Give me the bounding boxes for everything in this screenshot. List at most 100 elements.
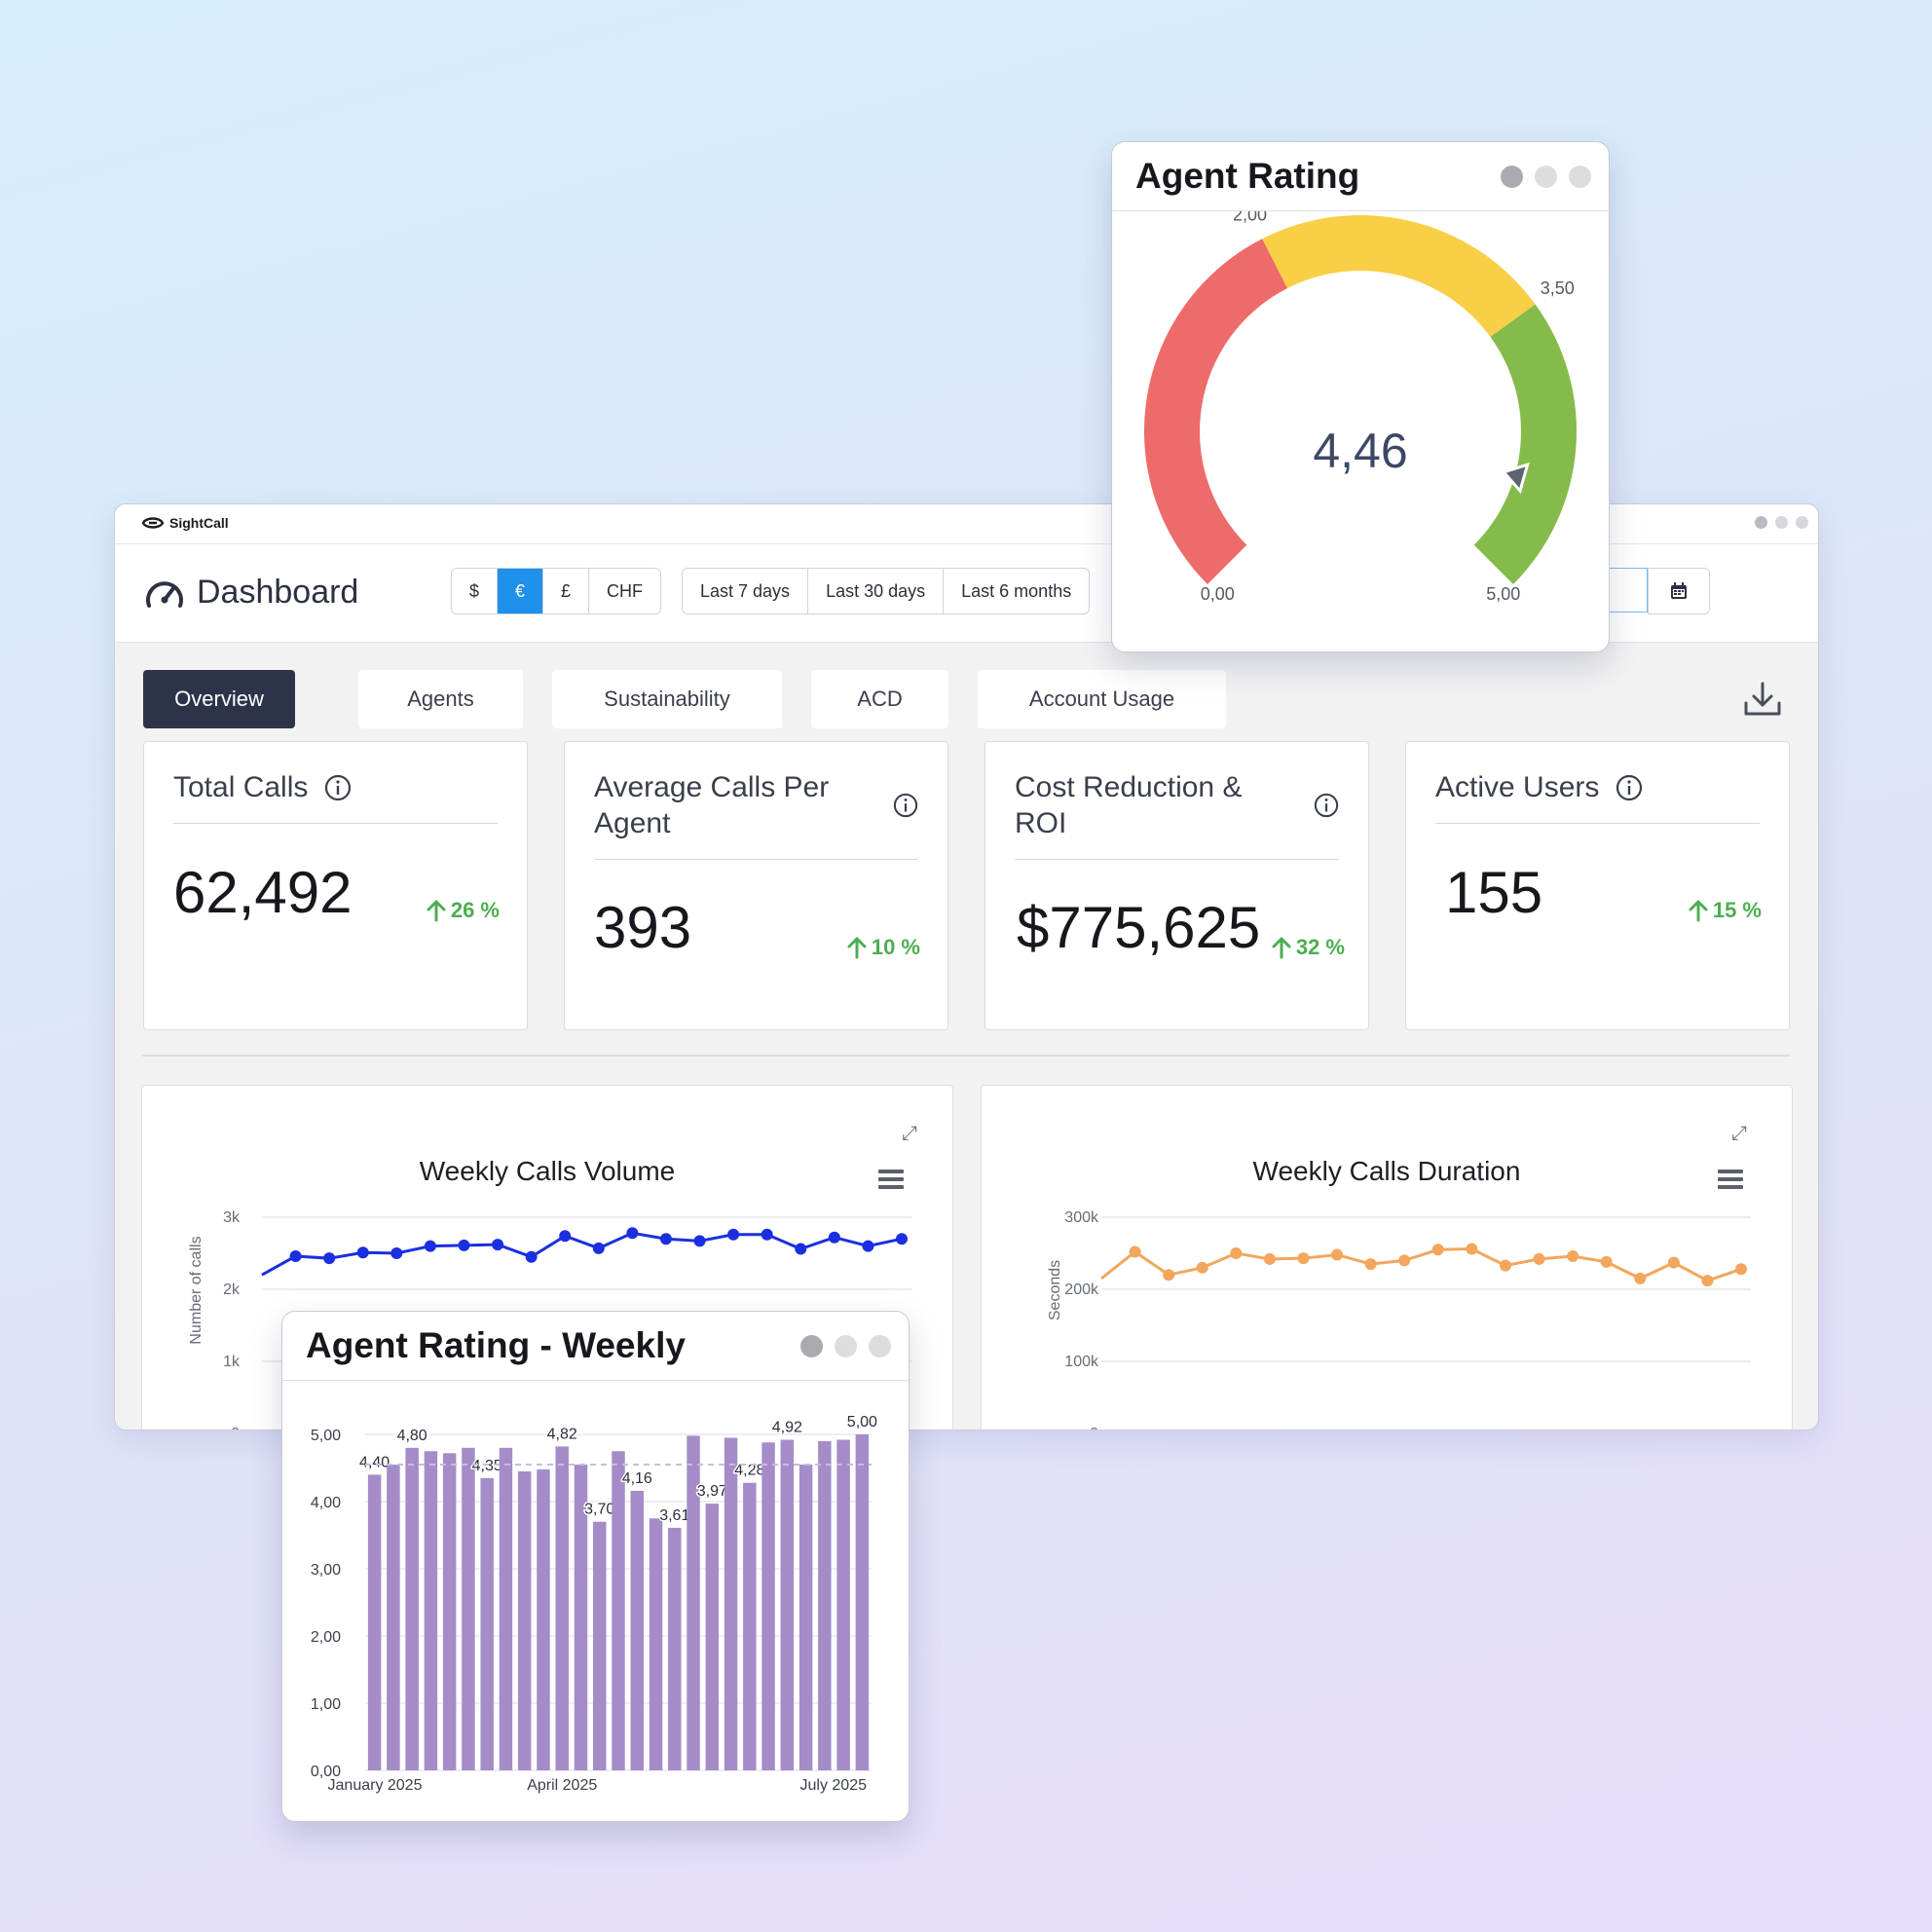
bar bbox=[762, 1442, 775, 1770]
expand-icon[interactable]: ⤢ bbox=[1731, 1123, 1747, 1145]
agent-rating-window: Agent Rating 0,00 2,00 3,50 5,00 4,46 bbox=[1111, 141, 1610, 652]
arrow-up-icon bbox=[427, 900, 446, 922]
window-maximize-dot[interactable] bbox=[869, 1335, 891, 1357]
currency-chf[interactable]: CHF bbox=[589, 569, 660, 613]
tab-agents[interactable]: Agents bbox=[358, 670, 523, 728]
bar bbox=[517, 1470, 532, 1770]
window-title: Agent Rating - Weekly bbox=[306, 1325, 686, 1365]
y-tick-label: 0 bbox=[1090, 1426, 1098, 1430]
arrow-up-icon bbox=[847, 937, 867, 959]
data-point bbox=[1600, 1255, 1613, 1268]
y-tick-label: 5,00 bbox=[311, 1428, 341, 1444]
window-header: Agent Rating bbox=[1112, 142, 1609, 211]
gauge-band bbox=[1144, 239, 1288, 584]
data-point bbox=[1431, 1244, 1444, 1256]
info-icon[interactable] bbox=[324, 774, 352, 801]
y-tick-label: 100k bbox=[1064, 1354, 1099, 1370]
window-controls[interactable] bbox=[1755, 516, 1808, 529]
data-point bbox=[525, 1250, 538, 1263]
window-minimize-dot[interactable] bbox=[1775, 516, 1788, 529]
download-icon[interactable] bbox=[1743, 682, 1782, 717]
window-maximize-dot[interactable] bbox=[1569, 166, 1591, 188]
currency-usd[interactable]: $ bbox=[452, 569, 499, 613]
y-tick-label: 0 bbox=[231, 1426, 240, 1430]
window-close-dot[interactable] bbox=[1501, 166, 1523, 188]
calendar-button[interactable] bbox=[1648, 568, 1710, 614]
data-label: 3,70 bbox=[584, 1502, 614, 1518]
bar bbox=[593, 1521, 607, 1770]
data-point bbox=[1263, 1252, 1276, 1265]
kpi-value: 155 bbox=[1445, 860, 1543, 925]
data-point bbox=[1466, 1243, 1478, 1255]
page-title-text: Dashboard bbox=[197, 574, 359, 611]
kpi-value: 393 bbox=[594, 895, 692, 960]
data-point bbox=[896, 1233, 908, 1245]
currency-gbp[interactable]: £ bbox=[543, 569, 590, 613]
data-point bbox=[1297, 1252, 1310, 1265]
tab-account-usage[interactable]: Account Usage bbox=[978, 670, 1226, 728]
window-minimize-dot[interactable] bbox=[835, 1335, 857, 1357]
kpi-delta-text: 10 % bbox=[871, 935, 920, 959]
gauge-band bbox=[1262, 214, 1536, 338]
y-tick-label: 1,00 bbox=[311, 1696, 341, 1713]
range-last-6-months[interactable]: Last 6 months bbox=[944, 569, 1089, 613]
bar bbox=[743, 1482, 757, 1770]
data-point bbox=[1331, 1248, 1344, 1261]
brand-logo: SightCall bbox=[140, 515, 229, 531]
section-divider bbox=[142, 1055, 1790, 1057]
y-tick-label: 300k bbox=[1064, 1209, 1099, 1226]
bar bbox=[462, 1447, 475, 1770]
data-point bbox=[1163, 1269, 1175, 1282]
y-axis-label: Seconds bbox=[1047, 1260, 1063, 1320]
y-tick-label: 4,00 bbox=[311, 1495, 341, 1511]
kpi-title: Total Calls bbox=[173, 769, 498, 805]
bar bbox=[705, 1504, 720, 1770]
tab-overview[interactable]: Overview bbox=[143, 670, 295, 728]
window-header: Agent Rating - Weekly bbox=[282, 1312, 909, 1381]
window-maximize-dot[interactable] bbox=[1796, 516, 1808, 529]
x-tick-label: April 2025 bbox=[527, 1777, 597, 1794]
data-point bbox=[289, 1249, 302, 1262]
window-close-dot[interactable] bbox=[800, 1335, 823, 1357]
window-controls[interactable] bbox=[1501, 166, 1591, 188]
bar bbox=[442, 1453, 457, 1770]
currency-selector: $ € £ CHF bbox=[451, 568, 662, 614]
data-point bbox=[1634, 1272, 1647, 1284]
y-tick-label: 3k bbox=[223, 1209, 241, 1226]
window-controls[interactable] bbox=[800, 1335, 891, 1357]
data-point bbox=[795, 1243, 807, 1255]
range-last-7-days[interactable]: Last 7 days bbox=[683, 569, 809, 613]
data-point bbox=[1196, 1261, 1208, 1274]
data-point bbox=[458, 1239, 470, 1251]
tab-acd[interactable]: ACD bbox=[811, 670, 948, 728]
bar bbox=[405, 1447, 419, 1770]
data-point bbox=[1129, 1245, 1141, 1258]
sightcall-logo-icon bbox=[141, 517, 165, 529]
data-label: 4,40 bbox=[359, 1454, 390, 1470]
bar bbox=[799, 1465, 813, 1770]
kpi-divider bbox=[1435, 823, 1760, 824]
tab-sustainability[interactable]: Sustainability bbox=[552, 670, 782, 728]
speedometer-icon bbox=[146, 580, 183, 608]
data-point bbox=[1398, 1254, 1411, 1267]
data-point bbox=[1667, 1256, 1680, 1269]
info-icon[interactable] bbox=[893, 793, 918, 818]
bar bbox=[387, 1465, 400, 1770]
data-point bbox=[592, 1242, 605, 1254]
expand-icon[interactable]: ⤢ bbox=[902, 1123, 917, 1145]
y-axis-label: Number of calls bbox=[188, 1236, 204, 1344]
info-icon[interactable] bbox=[1616, 774, 1643, 801]
info-icon[interactable] bbox=[1314, 793, 1339, 818]
data-label: 4,16 bbox=[622, 1470, 652, 1487]
kpi-delta: 10 % bbox=[846, 935, 920, 960]
kpi-average-calls-per-agent: Average Calls Per Agent 393 10 % bbox=[564, 741, 948, 1030]
data-point bbox=[1567, 1249, 1579, 1262]
window-title: Agent Rating bbox=[1135, 156, 1360, 196]
range-last-30-days[interactable]: Last 30 days bbox=[808, 569, 945, 613]
currency-eur[interactable]: € bbox=[498, 569, 544, 613]
bar bbox=[537, 1468, 550, 1770]
window-close-dot[interactable] bbox=[1755, 516, 1767, 529]
kpi-delta: 32 % bbox=[1271, 935, 1345, 960]
window-minimize-dot[interactable] bbox=[1535, 166, 1557, 188]
data-label: 4,35 bbox=[472, 1458, 502, 1474]
